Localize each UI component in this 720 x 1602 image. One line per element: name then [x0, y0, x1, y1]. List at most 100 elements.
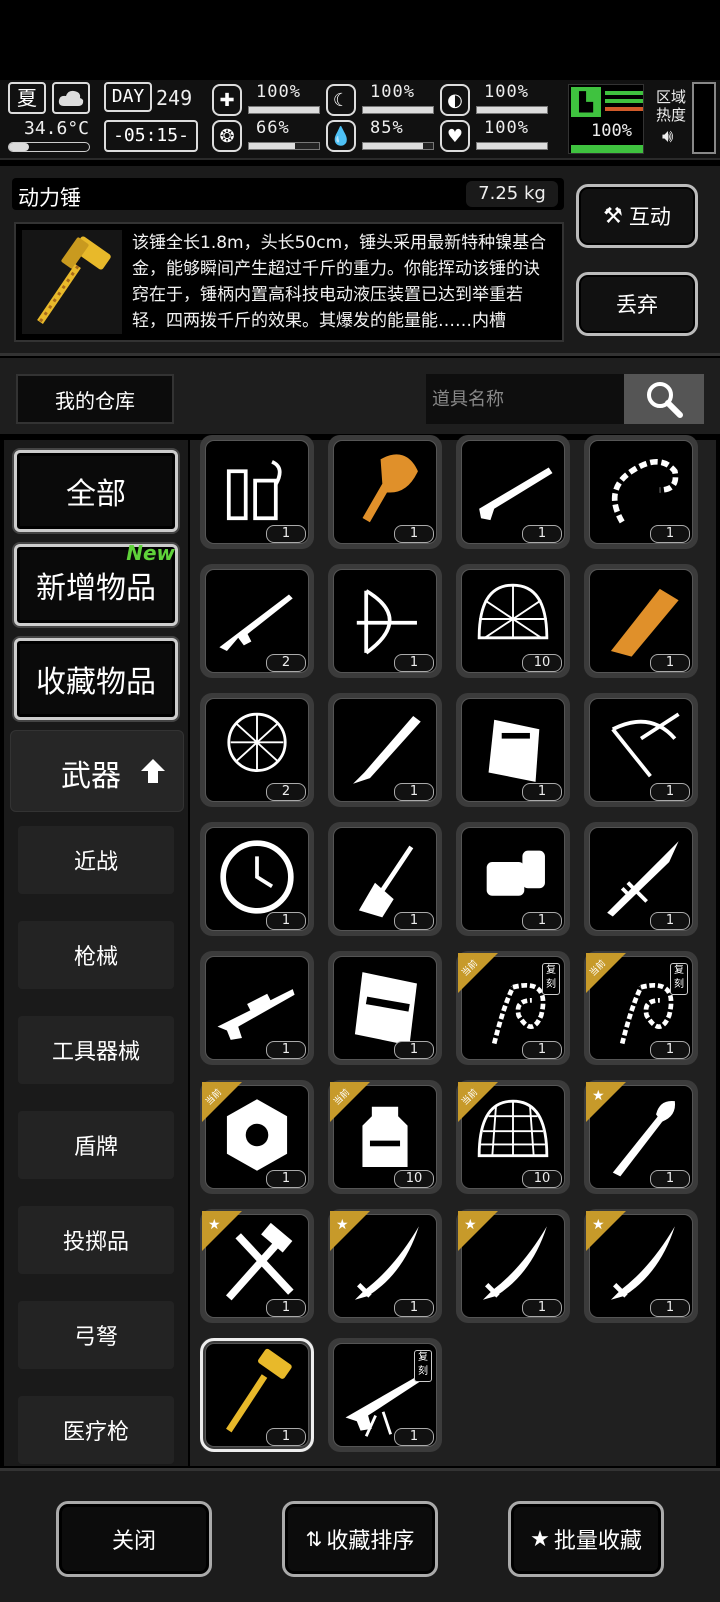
svg-text:★: ★	[464, 1217, 477, 1233]
inventory-slot[interactable]: 1	[456, 693, 570, 807]
svg-text:★: ★	[592, 1088, 605, 1104]
sub-medical-guns[interactable]: 医疗枪	[18, 1396, 174, 1464]
item-count: 1	[266, 912, 306, 930]
first-aid-icon: ✚	[212, 84, 242, 116]
filter-new[interactable]: 新增物品 New	[14, 541, 178, 626]
inventory-slot[interactable]: 1	[328, 951, 442, 1065]
sub-bows[interactable]: 弓弩	[18, 1301, 174, 1369]
item-count: 1	[394, 654, 434, 672]
current-ribbon: 当前	[458, 953, 498, 993]
close-button[interactable]: 关闭	[56, 1501, 212, 1577]
filter-favorites[interactable]: 收藏物品	[14, 638, 178, 720]
sort-favorites-button[interactable]: ⇅ 收藏排序	[282, 1501, 438, 1577]
item-count: 10	[394, 1170, 434, 1188]
sort-label: 收藏排序	[326, 1529, 415, 1554]
inventory-slot[interactable]: ★ 1	[328, 1209, 442, 1323]
svg-text:★: ★	[336, 1217, 349, 1233]
sub-bows-label: 弓弩	[73, 1325, 118, 1350]
item-description: 该锤全长1.8m，头长50cm，锤头采用最新特种镍基合金，能够瞬间产生超过千斤的…	[132, 233, 547, 331]
stamina-bar	[362, 106, 434, 114]
sub-shields[interactable]: 盾牌	[18, 1111, 174, 1179]
inventory-slot[interactable]: 1	[200, 1338, 314, 1452]
item-count: 1	[266, 525, 306, 543]
filter-all[interactable]: 全部	[14, 450, 178, 532]
inventory-slot[interactable]: 1	[456, 822, 570, 936]
survival-hud: 夏 34.6°C DAY 249 -05:15- ✚ 100% ☾ 100% ◐…	[0, 80, 720, 160]
inventory-slot[interactable]: 1	[584, 435, 698, 549]
season-indicator: 夏	[8, 82, 46, 114]
inventory-slot[interactable]: 1	[328, 564, 442, 678]
thirst-stat: 💧 85%	[326, 118, 438, 156]
sub-throwables-label: 投掷品	[62, 1230, 129, 1255]
sub-throwables[interactable]: 投掷品	[18, 1206, 174, 1274]
inventory-slot[interactable]: 1	[328, 435, 442, 549]
inventory-slot[interactable]: 1	[584, 693, 698, 807]
hunger-stat: ❂ 66%	[212, 118, 324, 156]
inventory-slot[interactable]: 1	[200, 435, 314, 549]
helmet-icon: ◐	[440, 84, 470, 116]
sub-melee-label: 近战	[73, 850, 118, 875]
interact-button[interactable]: ⚒ 互动	[576, 184, 698, 248]
inventory-slot[interactable]: 2	[200, 693, 314, 807]
boots-stat: ▙ 100%	[568, 84, 644, 154]
inventory-slot[interactable]: ★ 1	[456, 1209, 570, 1323]
inventory-slot[interactable]: 1	[200, 951, 314, 1065]
inventory-slot[interactable]: ★ 1	[584, 1209, 698, 1323]
inventory-slot[interactable]: 当前 10	[456, 1080, 570, 1194]
swap-arrows-icon: ⇅	[305, 1527, 323, 1551]
favorite-star-ribbon: ★	[330, 1211, 370, 1251]
inventory-slot[interactable]: 1	[200, 822, 314, 936]
item-count: 1	[650, 525, 690, 543]
inventory-slot[interactable]: ★ 1	[584, 1080, 698, 1194]
inventory-slot[interactable]: 2	[200, 564, 314, 678]
inventory-slot[interactable]: 1	[584, 564, 698, 678]
inventory-slot[interactable]: 当前 复刻 1	[456, 951, 570, 1065]
replica-badge: 复刻	[670, 963, 688, 995]
star-plus-icon: ★	[530, 1526, 550, 1552]
favorite-star-ribbon: ★	[202, 1211, 242, 1251]
armor-value: 100%	[484, 82, 529, 102]
stamina-value: 100%	[370, 82, 415, 102]
storage-search-row: 我的仓库	[0, 358, 720, 434]
hammer-hand-icon: ⚒	[603, 203, 623, 229]
item-count: 1	[266, 1299, 306, 1317]
search-button[interactable]	[624, 374, 704, 424]
inventory-slot[interactable]: 10	[456, 564, 570, 678]
filter-new-label: 新增物品	[36, 571, 156, 606]
discard-button[interactable]: 丢弃	[576, 272, 698, 336]
item-name: 动力锤	[18, 186, 81, 210]
thermometer-icon	[8, 142, 90, 152]
item-count: 1	[650, 654, 690, 672]
hunger-value: 66%	[256, 118, 290, 138]
sub-firearms[interactable]: 枪械	[18, 921, 174, 989]
item-count: 2	[266, 654, 306, 672]
inventory-slot[interactable]: 1	[584, 822, 698, 936]
inventory-slot[interactable]: 复刻 1	[328, 1338, 442, 1452]
thirst-value: 85%	[370, 118, 404, 138]
inventory-slot[interactable]: 当前 复刻 1	[584, 951, 698, 1065]
sub-melee[interactable]: 近战	[18, 826, 174, 894]
inventory-slot[interactable]: 1	[328, 693, 442, 807]
item-count: 1	[650, 912, 690, 930]
inventory-slot[interactable]: 1	[328, 822, 442, 936]
category-sidebar: 全部 新增物品 New 收藏物品 武器 近战 枪械 工具器械 盾牌 投掷品 弓弩…	[4, 440, 188, 1466]
region-heat-label: 区域 热度	[656, 88, 687, 124]
hunger-bar	[248, 142, 320, 150]
svg-text:★: ★	[592, 1217, 605, 1233]
current-ribbon: 当前	[330, 1082, 370, 1122]
item-count: 1	[394, 1428, 434, 1446]
category-weapons[interactable]: 武器	[10, 730, 184, 812]
inventory-slot[interactable]: ★ 1	[200, 1209, 314, 1323]
stamina-stat: ☾ 100%	[326, 82, 438, 120]
batch-favorite-button[interactable]: ★ 批量收藏	[508, 1501, 664, 1577]
inventory-slot[interactable]: 1	[456, 435, 570, 549]
favorite-star-ribbon: ★	[458, 1211, 498, 1251]
inventory-slot[interactable]: 当前 1	[200, 1080, 314, 1194]
item-count: 1	[394, 912, 434, 930]
inventory-slot[interactable]: 当前 10	[328, 1080, 442, 1194]
item-weight: 7.25 kg	[466, 181, 558, 207]
sub-tools[interactable]: 工具器械	[18, 1016, 174, 1084]
speaker-icon[interactable]: 🔊︎	[662, 126, 673, 147]
batch-label: 批量收藏	[553, 1529, 642, 1554]
item-search-input[interactable]	[426, 374, 624, 424]
